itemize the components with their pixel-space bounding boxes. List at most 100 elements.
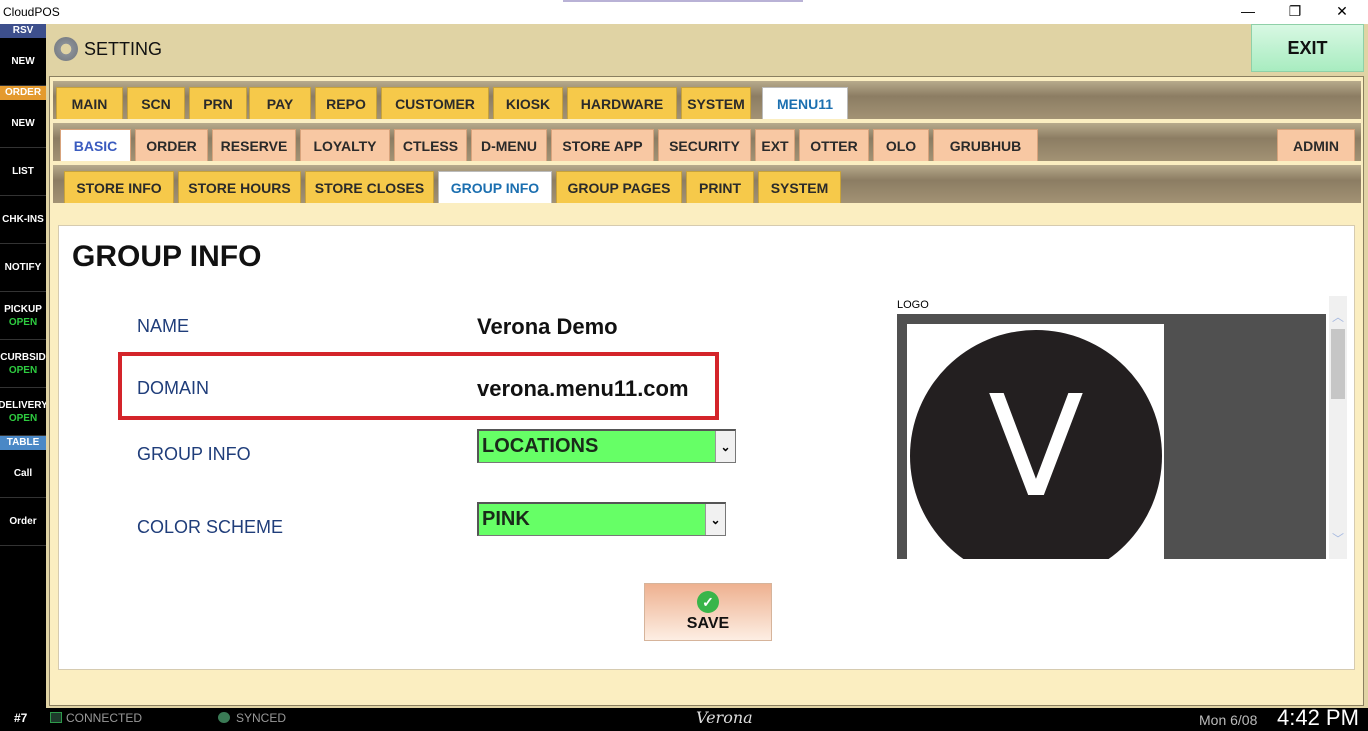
tab-kiosk[interactable]: KIOSK — [493, 87, 563, 119]
sidebar-item-label: CURBSID — [0, 351, 46, 363]
page-title: SETTING — [84, 38, 163, 59]
tab-order[interactable]: ORDER — [135, 129, 208, 161]
tab-prn[interactable]: PRN — [189, 87, 247, 119]
sidebar-item-status: OPEN — [8, 316, 38, 328]
tab-reserve[interactable]: RESERVE — [212, 129, 296, 161]
scroll-down-icon[interactable]: ﹀ — [1329, 530, 1347, 548]
scroll-thumb[interactable] — [1331, 329, 1345, 399]
window-title: CloudPOS — [3, 5, 60, 19]
tab-menu11[interactable]: MENU11 — [762, 87, 848, 119]
tab-otter[interactable]: OTTER — [799, 129, 869, 161]
scroll-up-icon[interactable]: ︿ — [1329, 308, 1347, 326]
tab-security[interactable]: SECURITY — [658, 129, 751, 161]
status-time: 4:42 PM — [1277, 705, 1359, 730]
tab-group-info[interactable]: GROUP INFO — [438, 171, 552, 203]
sidebar-item-label: Order — [9, 516, 37, 527]
tab-ctless[interactable]: CTLESS — [394, 129, 467, 161]
window-titlebar: CloudPOS — ❐ ✕ — [0, 0, 1368, 24]
status-date: Mon 6/08 — [1199, 712, 1258, 728]
tab-system[interactable]: SYSTEM — [681, 87, 751, 119]
page-header: SETTING — [54, 36, 162, 62]
tab-store-info[interactable]: STORE INFO — [64, 171, 174, 203]
sidebar-item-label: LIST — [12, 166, 34, 177]
color-scheme-selected-value: PINK — [482, 508, 530, 530]
minimize-button[interactable]: — — [1228, 2, 1268, 22]
tab-store-app[interactable]: STORE APP — [551, 129, 654, 161]
tab-store-hours[interactable]: STORE HOURS — [178, 171, 301, 203]
color-scheme-label: COLOR SCHEME — [137, 517, 284, 537]
color-scheme-select[interactable]: PINK ⌄ — [477, 502, 726, 536]
tab-basic[interactable]: BASIC — [60, 129, 131, 161]
group-info-selected-value: LOCATIONS — [482, 435, 599, 457]
tab-loyalty[interactable]: LOYALTY — [300, 129, 390, 161]
logo-letter: V — [988, 366, 1084, 529]
maximize-button[interactable]: ❐ — [1275, 2, 1315, 22]
domain-value[interactable]: verona.menu11.com — [477, 376, 689, 402]
sub-tab-row: BASIC ORDER RESERVE LOYALTY CTLESS D-MENU STOR… — [53, 123, 1361, 161]
sidebar-item-status: OPEN — [8, 412, 38, 424]
section-tab-row: STORE INFO STORE HOURS STORE CLOSES GROUP I… — [53, 165, 1361, 203]
sidebar-section-header: ORDER — [0, 86, 46, 100]
tab-hardware[interactable]: HARDWARE — [567, 87, 677, 119]
sidebar-item[interactable]: Order — [0, 498, 46, 546]
logo-image: V — [910, 330, 1162, 559]
sync-status: SYNCED — [236, 711, 287, 725]
exit-button[interactable]: EXIT — [1251, 24, 1364, 72]
main-tab-row: MAIN SCN PRN PAY REPO CUSTOMER KIOSK HARDWARE SY… — [53, 81, 1361, 119]
sidebar-item[interactable]: NEW — [0, 38, 46, 86]
tab-grubhub[interactable]: GRUBHUB — [933, 129, 1038, 161]
sidebar-section-header: TABLE — [0, 436, 46, 450]
sidebar-item-label: PICKUP — [4, 303, 42, 315]
tab-print[interactable]: PRINT — [686, 171, 754, 203]
tab-ext[interactable]: EXT — [755, 129, 795, 161]
sidebar-item[interactable]: NEW — [0, 100, 46, 148]
main-area: SETTING EXIT MAIN SCN PRN PAY REPO CUSTOMER KI… — [46, 24, 1368, 708]
close-button[interactable]: ✕ — [1322, 2, 1362, 22]
save-button-label: SAVE — [686, 615, 730, 632]
logo-image-frame: V — [907, 324, 1164, 559]
workstation-number: #7 — [14, 711, 28, 725]
tab-group-pages[interactable]: GROUP PAGES — [556, 171, 682, 203]
tab-system[interactable]: SYSTEM — [758, 171, 841, 203]
sidebar-section-header: RSV — [0, 24, 46, 38]
connection-status: CONNECTED — [66, 711, 143, 725]
save-button[interactable]: ✓ SAVE — [644, 583, 772, 641]
group-info-content: GROUP INFO NAME Verona Demo DOMAIN veron… — [58, 225, 1355, 670]
sidebar-item[interactable]: DELIVERY OPEN — [0, 388, 46, 436]
status-bar: #7 CONNECTED SYNCED Verona Mon 6/08 4:42… — [0, 705, 1368, 730]
tab-scn[interactable]: SCN — [127, 87, 185, 119]
tab-olo[interactable]: OLO — [873, 129, 929, 161]
sidebar-item[interactable]: CURBSID OPEN — [0, 340, 46, 388]
sidebar-item[interactable]: CHK-INS — [0, 196, 46, 244]
logo-preview[interactable]: V — [897, 314, 1326, 559]
sidebar-item-status: OPEN — [8, 364, 38, 376]
left-sidebar: RSV NEW ORDER NEW LIST CHK-INS NOTIFY PICKUP OPE… — [0, 24, 46, 708]
logo-scrollbar[interactable]: ︿ ﹀ — [1329, 296, 1347, 559]
sidebar-item[interactable]: NOTIFY — [0, 244, 46, 292]
section-heading: GROUP INFO — [72, 240, 262, 273]
name-label: NAME — [137, 316, 190, 336]
sidebar-item-label: CHK-INS — [2, 214, 44, 225]
connected-icon — [50, 712, 62, 723]
group-info-select[interactable]: LOCATIONS ⌄ — [477, 429, 736, 463]
tab-main[interactable]: MAIN — [56, 87, 123, 119]
chevron-down-icon[interactable]: ⌄ — [705, 504, 725, 535]
cloud-icon — [218, 712, 230, 723]
tab-d-menu[interactable]: D-MENU — [471, 129, 547, 161]
chevron-down-icon[interactable]: ⌄ — [715, 431, 735, 462]
tab-admin[interactable]: ADMIN — [1277, 129, 1355, 161]
domain-label: DOMAIN — [137, 378, 209, 398]
sidebar-item[interactable]: PICKUP OPEN — [0, 292, 46, 340]
tab-customer[interactable]: CUSTOMER — [381, 87, 489, 119]
tab-pay[interactable]: PAY — [249, 87, 311, 119]
tab-store-closes[interactable]: STORE CLOSES — [305, 171, 434, 203]
store-brand: Verona — [696, 708, 753, 727]
sidebar-item-label: Call — [13, 468, 33, 479]
logo-label: LOGO — [897, 299, 929, 311]
tab-repo[interactable]: REPO — [315, 87, 377, 119]
sidebar-item[interactable]: Call — [0, 450, 46, 498]
sidebar-item[interactable]: LIST — [0, 148, 46, 196]
sidebar-item-label: NEW — [11, 118, 35, 129]
sidebar-item-label: NOTIFY — [4, 262, 42, 273]
name-value[interactable]: Verona Demo — [477, 314, 618, 340]
